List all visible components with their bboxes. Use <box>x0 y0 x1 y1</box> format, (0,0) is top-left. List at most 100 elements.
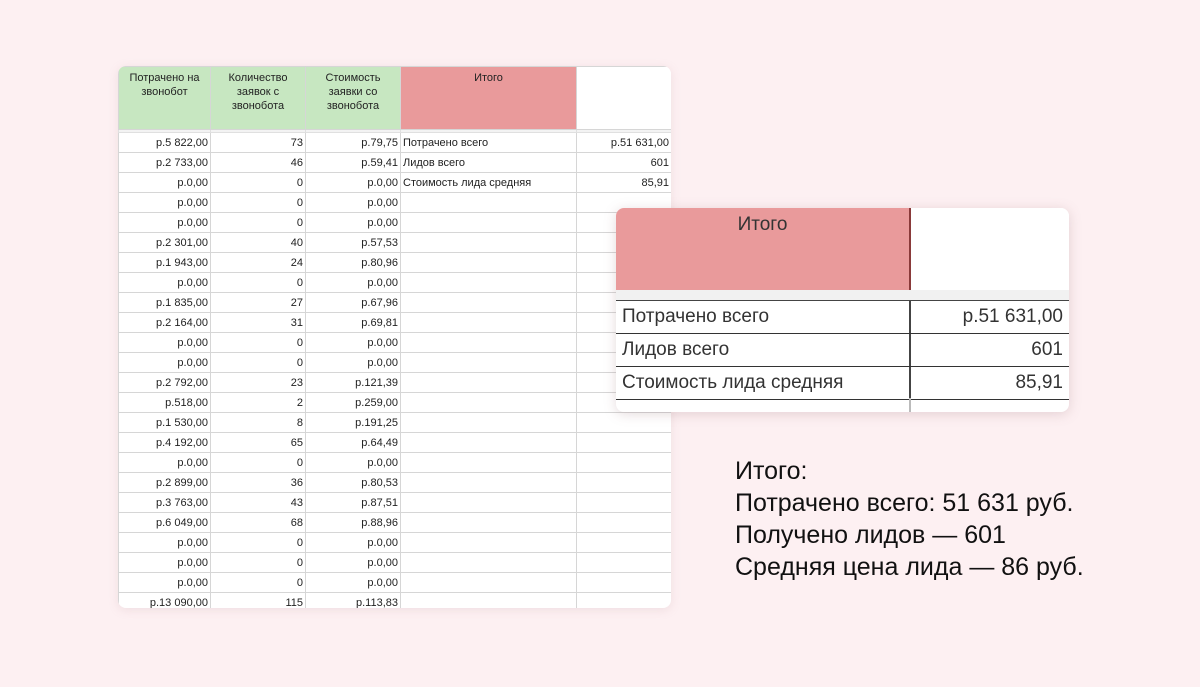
cell-total-label[interactable] <box>400 292 577 313</box>
header-count[interactable]: Количество заявок с звонобота <box>210 66 306 130</box>
cell-spent[interactable]: р.3 763,00 <box>118 492 211 513</box>
cell-cost[interactable]: р.0,00 <box>305 212 401 233</box>
cell-total-label[interactable] <box>400 492 577 513</box>
cell-total-value[interactable] <box>576 512 671 533</box>
cell-cost[interactable]: р.0,00 <box>305 572 401 593</box>
cell-count[interactable]: 0 <box>210 352 306 373</box>
cell-spent[interactable]: р.2 733,00 <box>118 152 211 173</box>
cell-cost[interactable]: р.113,83 <box>305 592 401 608</box>
cell-cost[interactable]: р.0,00 <box>305 532 401 553</box>
cell-total-value[interactable] <box>576 432 671 453</box>
cell-spent[interactable]: р.0,00 <box>118 352 211 373</box>
cell-total-label[interactable] <box>400 572 577 593</box>
cell-cost[interactable]: р.69,81 <box>305 312 401 333</box>
cell-count[interactable]: 73 <box>210 132 306 153</box>
cell-cost[interactable]: р.67,96 <box>305 292 401 313</box>
cell-spent[interactable]: р.0,00 <box>118 452 211 473</box>
cell-total-label[interactable] <box>400 512 577 533</box>
cell-total-value[interactable]: 85,91 <box>576 172 671 193</box>
cell-count[interactable]: 0 <box>210 212 306 233</box>
cell-total-label[interactable] <box>400 312 577 333</box>
cell-count[interactable]: 40 <box>210 232 306 253</box>
cell-spent[interactable]: р.6 049,00 <box>118 512 211 533</box>
cell-count[interactable]: 36 <box>210 472 306 493</box>
cell-count[interactable]: 2 <box>210 392 306 413</box>
cell-total-value[interactable] <box>576 532 671 553</box>
cell-count[interactable]: 0 <box>210 192 306 213</box>
cell-count[interactable]: 0 <box>210 452 306 473</box>
cell-spent[interactable]: р.0,00 <box>118 192 211 213</box>
cell-spent[interactable]: р.13 090,00 <box>118 592 211 608</box>
cell-cost[interactable]: р.80,53 <box>305 472 401 493</box>
cell-cost[interactable]: р.57,53 <box>305 232 401 253</box>
cell-total-label[interactable]: Лидов всего <box>400 152 577 173</box>
cell-cost[interactable]: р.79,75 <box>305 132 401 153</box>
cell-total-label[interactable] <box>400 412 577 433</box>
cell-spent[interactable]: р.518,00 <box>118 392 211 413</box>
cell-cost[interactable]: р.191,25 <box>305 412 401 433</box>
cell-spent[interactable]: р.2 164,00 <box>118 312 211 333</box>
cell-total-value[interactable] <box>576 572 671 593</box>
cell-count[interactable]: 0 <box>210 552 306 573</box>
cell-count[interactable]: 65 <box>210 432 306 453</box>
cell-spent[interactable]: р.4 192,00 <box>118 432 211 453</box>
cell-cost[interactable]: р.88,96 <box>305 512 401 533</box>
cell-spent[interactable]: р.0,00 <box>118 572 211 593</box>
cell-total-value[interactable] <box>576 472 671 493</box>
cell-cost[interactable]: р.0,00 <box>305 332 401 353</box>
cell-total-label[interactable] <box>400 472 577 493</box>
cell-total-label[interactable] <box>400 192 577 213</box>
cell-total-label[interactable] <box>400 592 577 608</box>
cell-count[interactable]: 27 <box>210 292 306 313</box>
cell-total-value[interactable] <box>576 552 671 573</box>
cell-count[interactable]: 8 <box>210 412 306 433</box>
cell-total-label[interactable] <box>400 552 577 573</box>
cell-total-value[interactable] <box>576 412 671 433</box>
cell-total-label[interactable] <box>400 232 577 253</box>
header-cost[interactable]: Стоимость заявки со звонобота <box>305 66 401 130</box>
cell-count[interactable]: 24 <box>210 252 306 273</box>
cell-total-label[interactable] <box>400 352 577 373</box>
header-spent[interactable]: Потрачено на звонобот <box>118 66 211 130</box>
cell-cost[interactable]: р.0,00 <box>305 552 401 573</box>
cell-total-value[interactable] <box>576 592 671 608</box>
cell-spent[interactable]: р.0,00 <box>118 332 211 353</box>
cell-spent[interactable]: р.1 943,00 <box>118 252 211 273</box>
cell-spent[interactable]: р.0,00 <box>118 212 211 233</box>
cell-spent[interactable]: р.0,00 <box>118 532 211 553</box>
cell-count[interactable]: 43 <box>210 492 306 513</box>
cell-total-label[interactable] <box>400 452 577 473</box>
cell-cost[interactable]: р.0,00 <box>305 272 401 293</box>
cell-cost[interactable]: р.259,00 <box>305 392 401 413</box>
cell-count[interactable]: 23 <box>210 372 306 393</box>
cell-spent[interactable]: р.2 792,00 <box>118 372 211 393</box>
cell-spent[interactable]: р.2 899,00 <box>118 472 211 493</box>
cell-count[interactable]: 0 <box>210 572 306 593</box>
cell-count[interactable]: 0 <box>210 172 306 193</box>
cell-count[interactable]: 0 <box>210 272 306 293</box>
cell-total-label[interactable] <box>400 432 577 453</box>
cell-count[interactable]: 68 <box>210 512 306 533</box>
cell-cost[interactable]: р.87,51 <box>305 492 401 513</box>
cell-spent[interactable]: р.0,00 <box>118 172 211 193</box>
cell-total-value[interactable]: 601 <box>576 152 671 173</box>
cell-total-value[interactable] <box>576 492 671 513</box>
cell-count[interactable]: 46 <box>210 152 306 173</box>
cell-cost[interactable]: р.121,39 <box>305 372 401 393</box>
cell-cost[interactable]: р.0,00 <box>305 352 401 373</box>
cell-cost[interactable]: р.0,00 <box>305 172 401 193</box>
cell-total-label[interactable]: Стоимость лида средняя <box>400 172 577 193</box>
cell-total-label[interactable] <box>400 252 577 273</box>
cell-total-value[interactable]: р.51 631,00 <box>576 132 671 153</box>
cell-spent[interactable]: р.1 530,00 <box>118 412 211 433</box>
cell-spent[interactable]: р.2 301,00 <box>118 232 211 253</box>
cell-spent[interactable]: р.0,00 <box>118 552 211 573</box>
cell-count[interactable]: 0 <box>210 332 306 353</box>
cell-count[interactable]: 115 <box>210 592 306 608</box>
cell-cost[interactable]: р.80,96 <box>305 252 401 273</box>
cell-spent[interactable]: р.5 822,00 <box>118 132 211 153</box>
cell-cost[interactable]: р.0,00 <box>305 192 401 213</box>
cell-total-label[interactable]: Потрачено всего <box>400 132 577 153</box>
cell-total-value[interactable] <box>576 452 671 473</box>
cell-count[interactable]: 0 <box>210 532 306 553</box>
